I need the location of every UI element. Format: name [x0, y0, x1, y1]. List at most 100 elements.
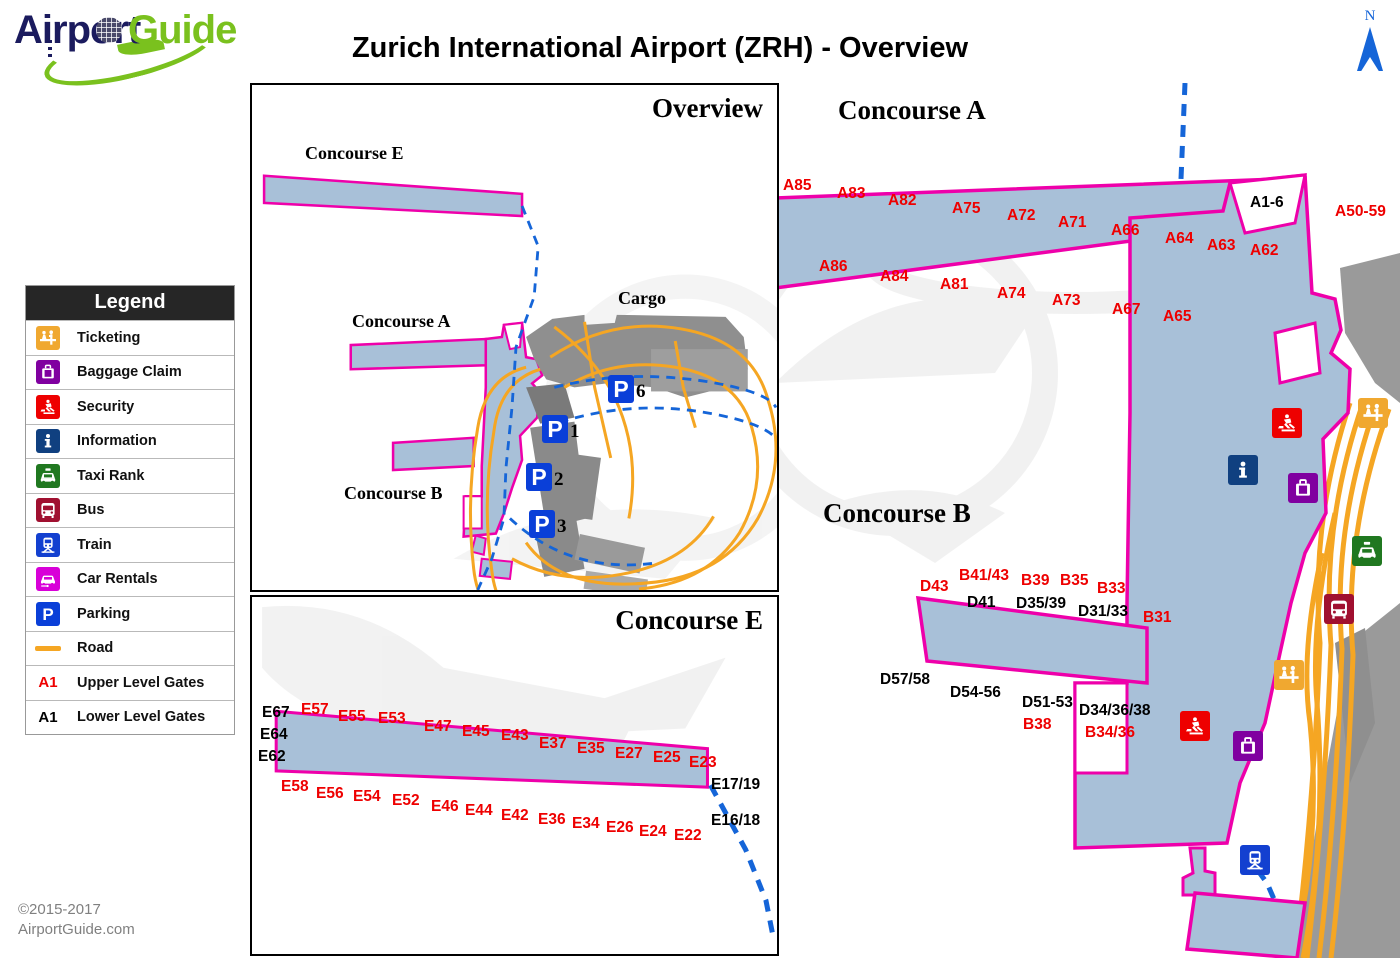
concourse-e-inset-panel[interactable]: Concourse E E67 E64 E62 E57 E55 E53 E47 … [250, 595, 779, 956]
parking-number: 1 [570, 421, 580, 442]
bus-icon [36, 498, 60, 523]
gate-label: A66 [1111, 222, 1140, 239]
legend-item-lower-gates[interactable]: A1 Lower Level Gates [26, 699, 234, 735]
information-icon[interactable] [1228, 455, 1258, 485]
terminal-link-corridor [1181, 846, 1217, 897]
svg-text:P: P [42, 605, 53, 624]
parking-icon: P [529, 510, 555, 538]
parking-marker-p1[interactable]: P 1 [542, 415, 580, 443]
gate-label: E53 [378, 710, 406, 727]
main-map[interactable]: Concourse A Concourse B A85 A83 A82 A75 … [775, 83, 1400, 958]
legend-item-information[interactable]: Information [26, 423, 234, 459]
taxi-rank-icon[interactable] [1352, 536, 1382, 566]
legend-item-bus[interactable]: Bus [26, 492, 234, 528]
legend-label: Ticketing [77, 329, 141, 346]
overview-concourse-e [262, 174, 524, 218]
gate-label: D35/39 [1016, 595, 1066, 612]
gate-label: E25 [653, 749, 681, 766]
gate-label: D41 [967, 594, 996, 611]
gate-label: B38 [1023, 716, 1052, 733]
legend-item-ticketing[interactable]: Ticketing [26, 320, 234, 355]
gate-label: E57 [301, 701, 329, 718]
legend-label: Baggage Claim [77, 364, 182, 381]
gate-label: D51-53 [1022, 694, 1073, 711]
gate-label: A64 [1165, 230, 1194, 247]
ticketing-icon[interactable] [1274, 660, 1304, 690]
legend-label: Parking [77, 605, 131, 622]
baggage-claim-icon[interactable] [1288, 473, 1318, 503]
legend-item-security[interactable]: Security [26, 389, 234, 424]
gate-label: E22 [674, 827, 702, 844]
gate-label: E45 [462, 723, 490, 740]
copyright: ©2015-2017 AirportGuide.com [18, 900, 135, 940]
legend-item-upper-gates[interactable]: A1 Upper Level Gates [26, 665, 234, 700]
legend-label: Bus [77, 502, 105, 519]
parking-number: 6 [636, 381, 646, 402]
gate-label: E17/19 [711, 776, 761, 793]
copyright-line2: AirportGuide.com [18, 921, 135, 938]
parking-number: 2 [554, 469, 564, 490]
parking-marker-p2[interactable]: P 2 [526, 463, 564, 491]
gate-label: E64 [260, 726, 288, 743]
gate-label: A65 [1163, 308, 1192, 325]
legend-item-baggage-claim[interactable]: Baggage Claim [26, 354, 234, 390]
gate-label: A81 [940, 276, 969, 293]
security-icon[interactable] [1272, 408, 1302, 438]
road-swatch-icon [35, 645, 61, 651]
gate-label: E26 [606, 819, 634, 836]
parking-marker-p6[interactable]: P 6 [608, 375, 646, 403]
ticketing-icon[interactable] [1358, 398, 1388, 428]
car-rentals-icon [36, 567, 60, 592]
gate-label: D43 [920, 578, 949, 595]
gate-label: E55 [338, 708, 366, 725]
gate-label: E44 [465, 802, 493, 819]
gate-label: E16/18 [711, 812, 761, 829]
gate-label: E27 [615, 745, 643, 762]
legend-label: Car Rentals [77, 571, 158, 588]
concourse-a-title: Concourse A [838, 95, 986, 125]
north-arrow-glyph [1357, 27, 1383, 73]
gate-label: E47 [424, 718, 452, 735]
overview-concourse-b [391, 436, 475, 472]
overview-label-concourse-e: Concourse E [305, 143, 404, 163]
legend-label: Train [77, 536, 112, 553]
legend-item-car-rentals[interactable]: Car Rentals [26, 561, 234, 597]
security-icon[interactable] [1180, 711, 1210, 741]
gate-label: E62 [258, 748, 286, 765]
gate-label: E34 [572, 815, 600, 832]
bus-icon[interactable] [1324, 594, 1354, 624]
gate-label: B31 [1143, 609, 1172, 626]
legend-label: Upper Level Gates [77, 674, 205, 691]
parking-icon: P [526, 463, 552, 491]
baggage-claim-icon[interactable] [1233, 731, 1263, 761]
overview-inset-panel[interactable]: Overview Concourse E Concourse A Concour… [250, 83, 779, 592]
legend-title: Legend [26, 286, 234, 320]
parking-icon: P [36, 601, 60, 626]
legend-item-taxi-rank[interactable]: Taxi Rank [26, 458, 234, 493]
legend-label: Taxi Rank [77, 467, 145, 484]
parking-icon: P [542, 415, 568, 443]
ticketing-icon [36, 325, 60, 350]
north-arrow-icon: N [1348, 8, 1392, 84]
gate-label: E58 [281, 778, 309, 795]
concourse-b-title: Concourse B [823, 498, 971, 528]
gate-label: E52 [392, 792, 420, 809]
parking-marker-p3[interactable]: P 3 [529, 510, 567, 538]
gate-label: E23 [689, 754, 717, 771]
gate-label: A62 [1250, 242, 1279, 259]
gate-label: D31/33 [1078, 603, 1128, 620]
legend-label: Information [77, 433, 157, 450]
train-icon[interactable] [1240, 845, 1270, 875]
overview-concourse-a [349, 337, 488, 371]
legend-item-train[interactable]: Train [26, 527, 234, 562]
legend-item-parking[interactable]: P Parking [26, 596, 234, 631]
gate-label: E46 [431, 798, 459, 815]
gate-label: B41/43 [959, 567, 1009, 584]
gate-label: A1-6 [1250, 194, 1284, 211]
gate-label: E35 [577, 740, 605, 757]
security-icon [36, 394, 60, 419]
legend-item-road[interactable]: Road [26, 630, 234, 666]
gate-label: D57/58 [880, 671, 930, 688]
gate-label: E56 [316, 785, 344, 802]
gate-label: A74 [997, 285, 1026, 302]
